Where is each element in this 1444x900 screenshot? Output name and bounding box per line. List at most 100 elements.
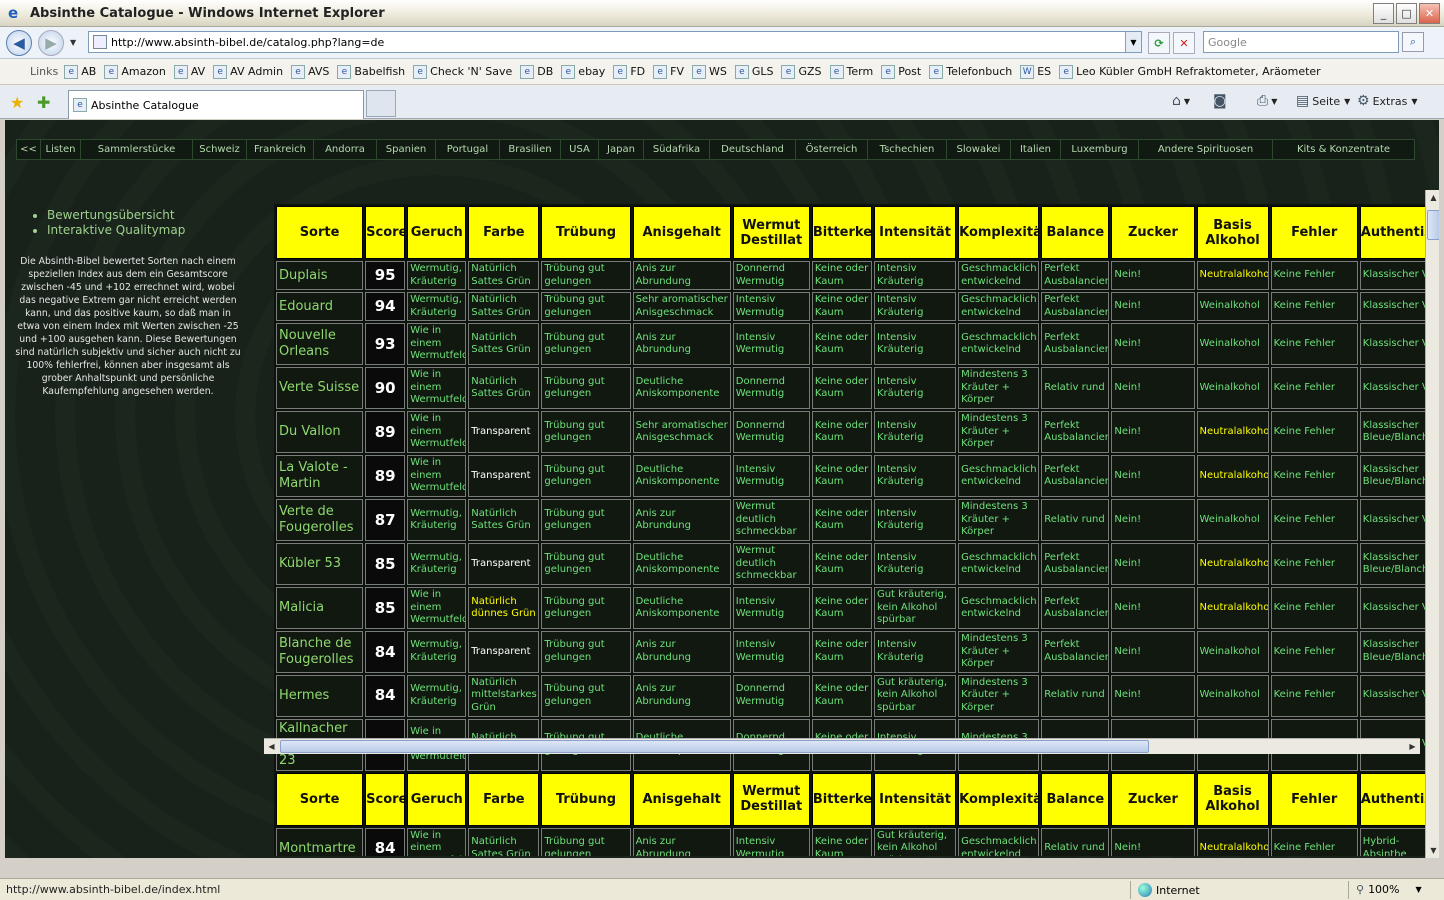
table-cell: Natürlich Sattes Grün (468, 292, 540, 321)
menu-item[interactable]: Frankreich (247, 140, 314, 159)
menu-item[interactable]: Listen (41, 140, 81, 159)
url-dropdown-icon[interactable]: ▼ (1125, 32, 1141, 52)
search-icon[interactable]: ⌕ (1402, 32, 1424, 52)
table-cell: Intensiv Kräuterig (873, 631, 957, 673)
link-item[interactable]: e GLS (734, 64, 773, 79)
link-item[interactable]: e AVS (291, 64, 329, 79)
menu-item[interactable]: Japan (599, 140, 644, 159)
link-item[interactable]: e WS (691, 64, 727, 79)
absinthe-name-link[interactable]: Montmartre (276, 827, 364, 856)
feeds-button[interactable]: ◙ (1213, 93, 1230, 109)
absinthe-name-link[interactable]: Verte Suisse (276, 367, 364, 409)
menu-item[interactable]: Slowakei (947, 140, 1011, 159)
zoom-control[interactable]: ⚲ 100% ▼ (1356, 883, 1422, 896)
menu-item[interactable]: Deutschland (710, 140, 796, 159)
home-button[interactable]: ⌂ ▼ (1172, 93, 1190, 109)
link-item[interactable]: e ebay (561, 64, 605, 79)
score-cell: 93 (365, 323, 406, 365)
menu-item[interactable]: Südafrika (644, 140, 710, 159)
table-cell: Mindestens 3 Kräuter + Körper (958, 499, 1040, 541)
menu-item[interactable]: Österreich (796, 140, 868, 159)
link-item[interactable]: e Check 'N' Save (413, 64, 512, 79)
menu-item[interactable]: Portugal (436, 140, 500, 159)
menu-item[interactable]: Spanien (377, 140, 436, 159)
absinthe-name-link[interactable]: La Valote - Martin (276, 455, 364, 497)
menu-item[interactable]: Kits & Konzentrate (1273, 140, 1414, 159)
link-item[interactable]: e DB (520, 64, 553, 79)
url-field[interactable]: http://www.absinth-bibel.de/catalog.php?… (88, 31, 1142, 53)
favorites-star-icon[interactable]: ★ (10, 93, 24, 112)
horizontal-scroll-thumb[interactable] (280, 740, 1149, 753)
absinthe-name-link[interactable]: Edouard (276, 292, 364, 321)
forward-button[interactable]: ▶ (38, 29, 64, 56)
print-button[interactable]: ⎙ ▼ (1257, 93, 1277, 109)
link-item[interactable]: e Amazon (104, 64, 166, 79)
search-input[interactable]: Google (1203, 31, 1399, 53)
link-item[interactable]: e FD (613, 64, 645, 79)
link-item[interactable]: e Term (829, 64, 873, 79)
link-item[interactable]: e Babelfish (337, 64, 405, 79)
close-button[interactable]: ✕ (1419, 3, 1440, 24)
link-item[interactable]: e Telefonbuch (929, 64, 1012, 79)
window-title: Absinthe Catalogue - Windows Internet Ex… (30, 5, 385, 21)
absinthe-name-link[interactable]: Du Vallon (276, 411, 364, 453)
link-item[interactable]: e AV Admin (213, 64, 283, 79)
vertical-scroll-thumb[interactable] (1427, 210, 1439, 240)
stop-icon[interactable]: ✕ (1173, 32, 1195, 54)
sidebar-item-qualitymap[interactable]: Interaktive Qualitymap (47, 223, 243, 237)
sidebar-item-overview[interactable]: Bewertungsübersicht (47, 208, 243, 222)
horizontal-scrollbar[interactable]: ◀ ▶ (264, 738, 1420, 754)
absinthe-name-link[interactable]: Hermes (276, 674, 364, 717)
menu-item-back[interactable]: << (17, 140, 41, 159)
table-cell: Transparent (468, 411, 540, 453)
scroll-left-icon[interactable]: ◀ (264, 739, 279, 754)
menu-item[interactable]: USA (561, 140, 599, 159)
vertical-scrollbar[interactable]: ▲ ▼ (1425, 190, 1439, 858)
refresh-icon[interactable]: ⟳ (1148, 32, 1170, 54)
absinthe-name-link[interactable]: Nouvelle Orleans (276, 323, 364, 365)
menu-item[interactable]: Brasilien (500, 140, 561, 159)
column-header: Balance (1041, 772, 1110, 826)
add-favorite-icon[interactable]: ✚ (37, 93, 50, 112)
link-item[interactable]: e FV (653, 64, 684, 79)
table-cell: Intensiv Kräuterig (873, 261, 957, 290)
table-cell: Transparent (468, 631, 540, 673)
table-cell: Keine Fehler (1270, 323, 1358, 365)
link-item[interactable]: W ES (1020, 64, 1051, 79)
absinthe-name-link[interactable]: Kübler 53 (276, 543, 364, 585)
minimize-button[interactable]: _ (1373, 3, 1394, 24)
scroll-up-icon[interactable]: ▲ (1426, 190, 1439, 205)
maximize-button[interactable]: □ (1396, 3, 1417, 24)
table-cell: Trübung gut gelungen (541, 455, 631, 497)
absinthe-name-link[interactable]: Verte de Fougerolles (276, 499, 364, 541)
link-item[interactable]: e AV (173, 64, 205, 79)
table-cell: Geschmacklich entwickelnd (958, 261, 1040, 290)
scroll-down-icon[interactable]: ▼ (1426, 843, 1439, 858)
table-cell: Keine oder Kaum (811, 674, 872, 717)
menu-item[interactable]: Luxemburg (1061, 140, 1139, 159)
menu-item[interactable]: Italien (1011, 140, 1061, 159)
tools-menu-button[interactable]: ⚙ Extras ▼ (1357, 93, 1418, 109)
menu-item[interactable]: Schweiz (193, 140, 247, 159)
table-cell: Wie in einem Wermutfeld (407, 827, 467, 856)
menu-item[interactable]: Andorra (314, 140, 377, 159)
tab-absinthe-catalogue[interactable]: e Absinthe Catalogue (68, 90, 364, 119)
absinthe-name-link[interactable]: Blanche de Fougerolles (276, 631, 364, 673)
scroll-right-icon[interactable]: ▶ (1405, 739, 1420, 754)
link-item[interactable]: e Post (881, 64, 921, 79)
table-cell: Intensiv Kräuterig (873, 367, 957, 409)
link-item[interactable]: e Leo Kübler GmbH Refraktometer, Aräomete… (1059, 64, 1321, 79)
page-menu-button[interactable]: ▤ Seite ▼ (1296, 93, 1350, 109)
menu-item[interactable]: Sammlerstücke (81, 140, 193, 159)
history-dropdown-icon[interactable]: ▼ (70, 38, 76, 47)
menu-item[interactable]: Andere Spirituosen (1139, 140, 1273, 159)
menu-item[interactable]: Tschechien (868, 140, 947, 159)
back-button[interactable]: ◀ (6, 29, 32, 56)
link-item[interactable]: e GZS (781, 64, 822, 79)
new-tab-button[interactable] (366, 90, 396, 117)
link-item[interactable]: e AB (64, 64, 96, 79)
absinthe-name-link[interactable]: Malicia (276, 587, 364, 629)
table-cell: Wermut deutlich schmeckbar (732, 543, 810, 585)
absinthe-name-link[interactable]: Duplais (276, 261, 364, 290)
table-cell: Nein! (1111, 261, 1195, 290)
